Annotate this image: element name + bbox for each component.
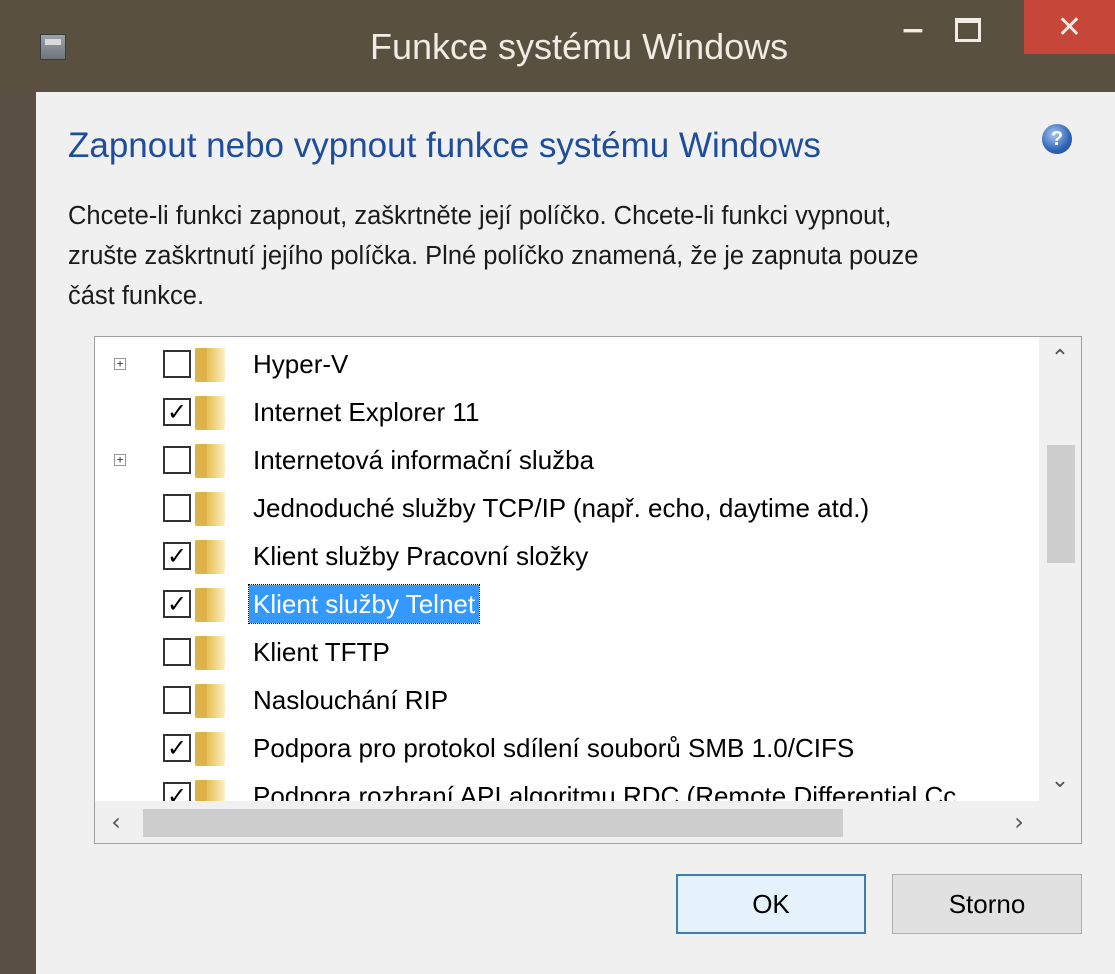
- minimize-button[interactable]: −: [890, 0, 936, 60]
- feature-checkbox[interactable]: [163, 446, 191, 474]
- folder-icon: [195, 732, 225, 766]
- horizontal-scroll-thumb[interactable]: [143, 809, 843, 837]
- maximize-button[interactable]: [945, 0, 991, 60]
- feature-checkbox[interactable]: ✓: [163, 398, 191, 426]
- check-icon: ✓: [166, 542, 188, 570]
- maximize-icon: [955, 18, 981, 42]
- instructions-line: zrušte zaškrtnutí jejího políčka. Plné p…: [68, 242, 919, 270]
- chevron-down-icon[interactable]: ⌄: [1039, 759, 1081, 801]
- title-bar[interactable]: Funkce systému Windows − ✕: [0, 0, 1115, 92]
- check-icon: ✓: [166, 734, 188, 762]
- feature-row[interactable]: Klient TFTP: [95, 629, 1040, 677]
- folder-icon: [195, 684, 225, 718]
- feature-row[interactable]: + Internetová informační služba: [95, 437, 1040, 485]
- feature-label[interactable]: Klient TFTP: [249, 633, 394, 671]
- folder-icon: [195, 636, 225, 670]
- close-icon: ✕: [1056, 9, 1083, 45]
- feature-checkbox[interactable]: [163, 638, 191, 666]
- folder-icon: [195, 492, 225, 526]
- feature-checkbox[interactable]: [163, 494, 191, 522]
- dialog-client-area: Zapnout nebo vypnout funkce systému Wind…: [36, 92, 1115, 974]
- check-icon: ✓: [166, 398, 188, 426]
- feature-checkbox[interactable]: [163, 686, 191, 714]
- feature-checkbox[interactable]: ✓: [163, 590, 191, 618]
- feature-row[interactable]: ✓ Klient služby Pracovní složky: [95, 533, 1040, 581]
- horizontal-scrollbar[interactable]: ‹ ›: [95, 801, 1040, 843]
- feature-label[interactable]: Hyper-V: [249, 345, 352, 383]
- chevron-up-icon[interactable]: ⌃: [1039, 337, 1081, 379]
- help-icon[interactable]: ?: [1042, 124, 1072, 154]
- expander-plus-icon[interactable]: +: [114, 454, 126, 466]
- folder-icon: [195, 396, 225, 430]
- instructions-line: část funkce.: [68, 282, 205, 310]
- close-button[interactable]: ✕: [1024, 0, 1115, 54]
- folder-icon: [195, 588, 225, 622]
- instructions-line: Chcete-li funkci zapnout, zaškrtněte jej…: [68, 202, 892, 230]
- cancel-button[interactable]: Storno: [892, 874, 1082, 934]
- vertical-scrollbar[interactable]: ⌃ ⌄: [1039, 337, 1081, 801]
- features-tree[interactable]: + Hyper-V ✓ Internet Explorer 11 + Internetov…: [94, 336, 1082, 844]
- expander-plus-icon[interactable]: +: [114, 358, 126, 370]
- feature-label[interactable]: Naslouchání RIP: [249, 681, 452, 719]
- feature-row[interactable]: ✓ Klient služby Telnet: [95, 581, 1040, 629]
- chevron-right-icon[interactable]: ›: [998, 801, 1040, 843]
- instructions-text: Chcete-li funkci zapnout, zaškrtněte jej…: [68, 196, 1098, 316]
- page-title: Zapnout nebo vypnout funkce systému Wind…: [68, 126, 821, 165]
- dialog-window: Funkce systému Windows − ✕ Zapnout nebo …: [0, 0, 1115, 974]
- feature-row[interactable]: ✓ Podpora pro protokol sdílení souborů SM…: [95, 725, 1040, 773]
- feature-label[interactable]: Jednoduché služby TCP/IP (např. echo, da…: [249, 489, 873, 527]
- feature-checkbox[interactable]: ✓: [163, 542, 191, 570]
- check-icon: ✓: [166, 590, 188, 618]
- feature-label[interactable]: Internetová informační služba: [249, 441, 598, 479]
- vertical-scroll-thumb[interactable]: [1047, 445, 1075, 563]
- feature-label[interactable]: Internet Explorer 11: [249, 393, 483, 431]
- feature-label[interactable]: Klient služby Telnet: [247, 584, 481, 624]
- feature-row[interactable]: + Hyper-V: [95, 341, 1040, 389]
- feature-row[interactable]: ✓ Internet Explorer 11: [95, 389, 1040, 437]
- scrollbar-corner: [1039, 801, 1081, 843]
- feature-row[interactable]: Naslouchání RIP: [95, 677, 1040, 725]
- feature-checkbox[interactable]: ✓: [163, 734, 191, 762]
- folder-icon: [195, 444, 225, 478]
- feature-label[interactable]: Klient služby Pracovní složky: [249, 537, 592, 575]
- folder-icon: [195, 348, 225, 382]
- app-icon[interactable]: [40, 34, 66, 60]
- window-title: Funkce systému Windows: [370, 26, 789, 67]
- feature-label[interactable]: Podpora pro protokol sdílení souborů SMB…: [249, 729, 858, 767]
- feature-checkbox[interactable]: [163, 350, 191, 378]
- chevron-left-icon[interactable]: ‹: [95, 801, 137, 843]
- feature-row[interactable]: Jednoduché služby TCP/IP (např. echo, da…: [95, 485, 1040, 533]
- minimize-icon: −: [900, 12, 926, 48]
- ok-button[interactable]: OK: [676, 874, 866, 934]
- folder-icon: [195, 540, 225, 574]
